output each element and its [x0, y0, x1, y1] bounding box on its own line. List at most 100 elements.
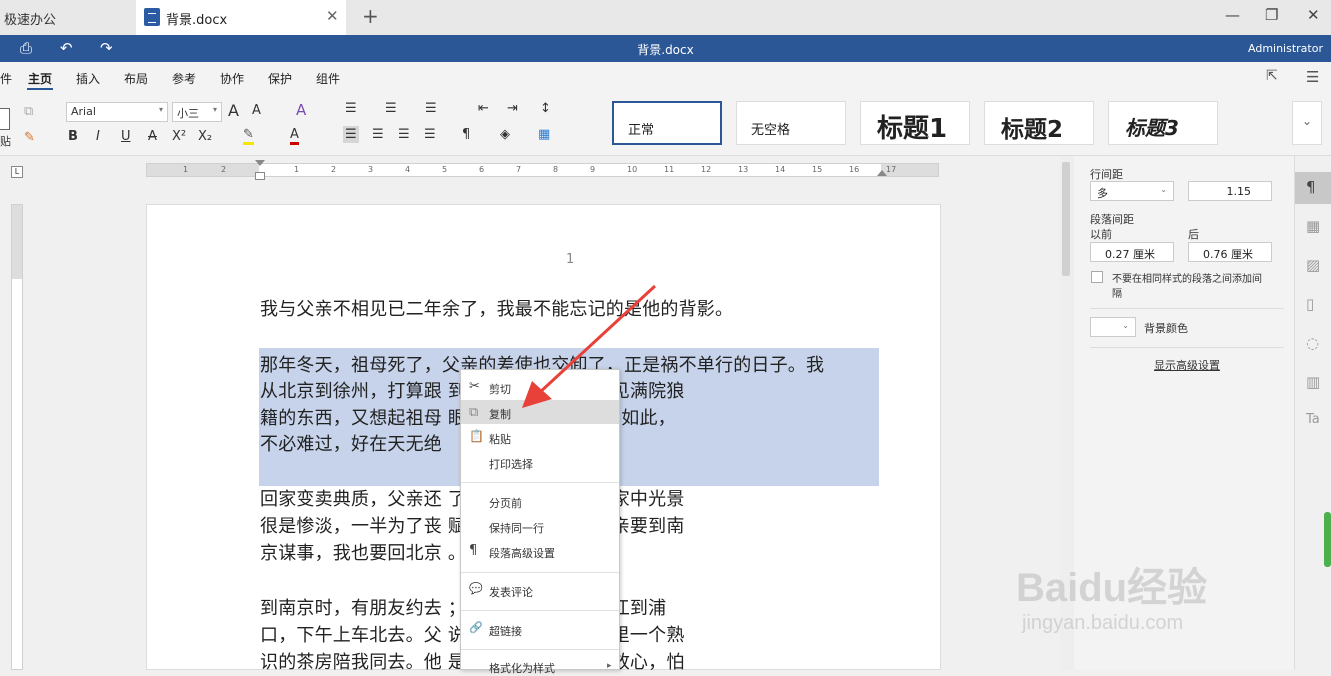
hamburger-menu-icon[interactable]: ☰: [1306, 68, 1319, 86]
ruler-tick-label: 9: [590, 165, 596, 174]
style-heading2-label: 标题2: [1001, 117, 1064, 143]
tab-document-label: 背景.docx: [166, 13, 228, 28]
shape-settings-icon[interactable]: ◌: [1306, 334, 1319, 352]
paragraph-line[interactable]: 我与父亲不相见已二年余了，我最不能忘记的是他的背影。: [260, 295, 733, 321]
align-center-icon[interactable]: ☰: [372, 127, 384, 142]
user-name[interactable]: Administrator: [1248, 42, 1323, 55]
menu-plugins[interactable]: 组件: [316, 70, 340, 87]
spacing-after-input[interactable]: 0.76 厘米: [1188, 242, 1272, 262]
open-location-icon[interactable]: ⇱: [1266, 68, 1278, 84]
minimize-button[interactable]: —: [1225, 6, 1240, 24]
first-line-indent-marker[interactable]: [255, 160, 265, 166]
side-status-bar: [1324, 512, 1331, 567]
advanced-settings-link[interactable]: 显示高级设置: [1154, 357, 1220, 373]
menu-collaborate[interactable]: 协作: [220, 70, 244, 87]
decrease-indent-icon[interactable]: ⇤: [478, 101, 489, 116]
styles-expand-button[interactable]: ⌄: [1292, 101, 1322, 145]
increase-indent-icon[interactable]: ⇥: [507, 101, 518, 116]
paragraph-settings-icon[interactable]: ¶: [1306, 178, 1316, 196]
tab-stop-selector[interactable]: L: [11, 166, 23, 178]
vruler-margin: [12, 205, 22, 279]
menu-item-format-as-style[interactable]: 格式化为样式: [489, 660, 555, 676]
line-spacing-value-input[interactable]: 1.15: [1188, 181, 1272, 201]
menu-protect[interactable]: 保护: [268, 70, 292, 87]
line-spacing-mode-select[interactable]: 多 ⌄: [1090, 181, 1174, 201]
menu-file[interactable]: 件: [0, 70, 12, 87]
right-indent-marker[interactable]: [877, 170, 887, 176]
menu-item-page-break-before[interactable]: 分页前: [489, 495, 522, 511]
align-left-icon[interactable]: ☰: [343, 126, 359, 143]
shading-icon[interactable]: ◈: [500, 127, 510, 142]
clear-format-icon[interactable]: A: [296, 101, 306, 119]
background-color-picker[interactable]: ⌄: [1090, 317, 1136, 337]
menu-item-copy[interactable]: 复制: [489, 406, 511, 422]
scrollbar-thumb[interactable]: [1062, 162, 1070, 276]
menu-item-keep-lines[interactable]: 保持同一行: [489, 520, 544, 536]
paste-icon[interactable]: [0, 108, 10, 130]
style-heading3[interactable]: 标题3: [1108, 101, 1218, 145]
menu-layout[interactable]: 布局: [124, 70, 148, 87]
justify-icon[interactable]: ☰: [424, 127, 436, 142]
no-space-label-wrap: 隔: [1112, 289, 1122, 300]
no-space-checkbox[interactable]: [1091, 271, 1103, 283]
font-color-icon[interactable]: A: [290, 127, 299, 145]
line-spacing-icon[interactable]: ↕: [540, 101, 551, 116]
shrink-font-icon[interactable]: A: [252, 103, 261, 118]
strikethrough-button[interactable]: A: [148, 129, 157, 144]
chart-settings-icon[interactable]: ▥: [1306, 373, 1320, 391]
tab-app[interactable]: 极速办公: [0, 0, 132, 35]
highlight-icon[interactable]: ✎: [243, 127, 254, 145]
maximize-button[interactable]: ❐: [1265, 6, 1278, 24]
page-number: 1: [566, 252, 575, 267]
subscript-button[interactable]: X₂: [198, 129, 212, 144]
menu-item-paragraph-settings[interactable]: 段落高级设置: [489, 545, 555, 561]
tab-document[interactable]: 背景.docx ✕: [136, 0, 346, 35]
close-tab-icon[interactable]: ✕: [326, 7, 339, 25]
paragraph-spacing-label: 段落间距: [1090, 213, 1134, 226]
numbering-icon[interactable]: ☰: [385, 101, 397, 116]
bullets-icon[interactable]: ☰: [345, 101, 357, 116]
style-normal[interactable]: 正常: [612, 101, 722, 145]
grow-font-icon[interactable]: A: [228, 101, 239, 120]
copy-icon[interactable]: ⧉: [24, 104, 33, 119]
menu-item-hyperlink[interactable]: 超链接: [489, 623, 522, 639]
line-spacing-mode-value: 多: [1097, 187, 1108, 200]
table-settings-icon[interactable]: ▦: [1306, 217, 1320, 235]
image-settings-icon[interactable]: ▨: [1306, 256, 1320, 274]
menu-item-print-selection[interactable]: 打印选择: [489, 456, 533, 472]
left-indent-marker[interactable]: [255, 172, 265, 180]
align-right-icon[interactable]: ☰: [398, 127, 410, 142]
style-heading1[interactable]: 标题1: [860, 101, 970, 145]
menu-item-add-comment[interactable]: 发表评论: [489, 584, 533, 600]
style-no-spacing[interactable]: 无空格: [736, 101, 846, 145]
italic-button[interactable]: I: [96, 129, 100, 144]
paste-label[interactable]: 贴: [0, 133, 11, 149]
paragraph-line[interactable]: 不必难过，好在天无绝: [260, 430, 442, 456]
bold-button[interactable]: B: [68, 129, 78, 144]
style-heading2[interactable]: 标题2: [984, 101, 1094, 145]
font-family-select[interactable]: Arial ▾: [66, 102, 168, 122]
header-footer-icon[interactable]: ▯: [1306, 295, 1314, 313]
new-tab-button[interactable]: +: [362, 4, 379, 28]
textart-settings-icon[interactable]: Ta: [1306, 412, 1320, 427]
underline-button[interactable]: U: [121, 129, 131, 144]
line-spacing-label: 行间距: [1090, 168, 1123, 181]
multilevel-list-icon[interactable]: ☰: [425, 101, 437, 116]
vertical-ruler[interactable]: [11, 204, 23, 670]
menu-item-paste[interactable]: 粘贴: [489, 431, 511, 447]
menu-home[interactable]: 主页: [28, 70, 52, 87]
ruler-tick-label: 16: [849, 165, 860, 174]
spacing-before-input[interactable]: 0.27 厘米: [1090, 242, 1174, 262]
menu-references[interactable]: 参考: [172, 70, 196, 87]
paragraph-line[interactable]: 京谋事，我也要回北京 。: [260, 539, 466, 565]
format-painter-icon[interactable]: ✎: [24, 130, 35, 145]
ruler-tick-label: 8: [553, 165, 559, 174]
close-window-button[interactable]: ✕: [1307, 6, 1320, 24]
superscript-button[interactable]: X²: [172, 129, 186, 144]
borders-icon[interactable]: ▦: [538, 127, 550, 142]
ruler-tick-label: 2: [331, 165, 337, 174]
menu-insert[interactable]: 插入: [76, 70, 100, 87]
paragraph-marks-icon[interactable]: ¶: [462, 127, 470, 142]
font-size-select[interactable]: 小三 ▾: [172, 102, 222, 122]
menu-item-cut[interactable]: 剪切: [489, 381, 511, 397]
